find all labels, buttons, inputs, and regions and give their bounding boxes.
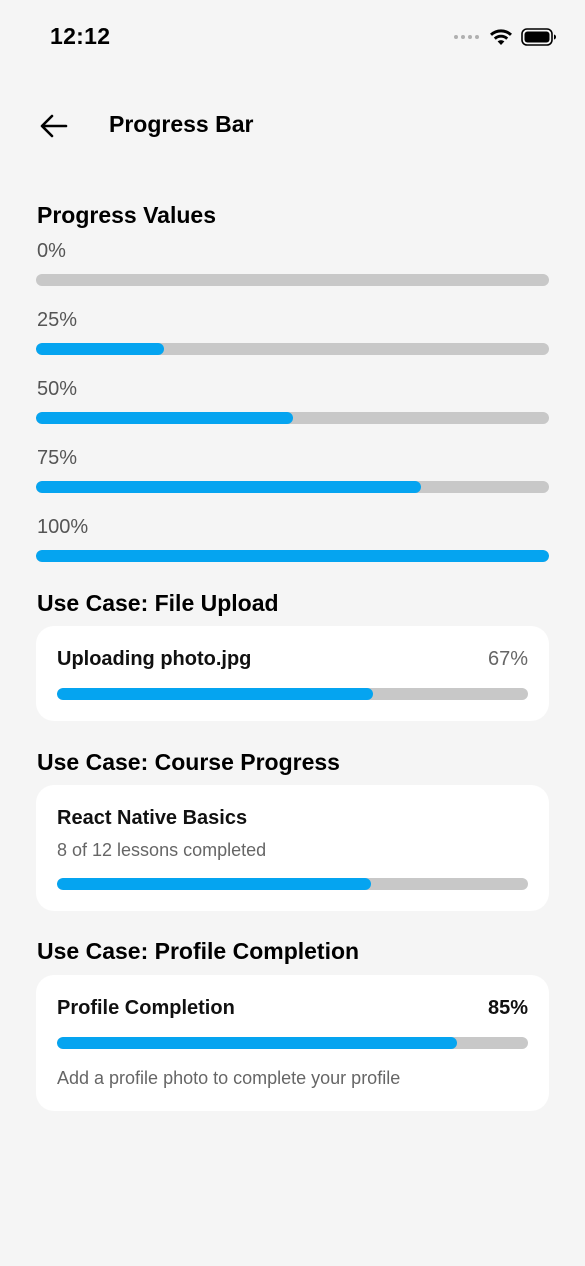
file-upload-percent: 67% bbox=[487, 648, 528, 670]
header: Progress Bar bbox=[0, 100, 585, 152]
status-icons bbox=[454, 26, 557, 48]
progress-bar-50 bbox=[36, 412, 549, 424]
progress-fill bbox=[36, 412, 293, 424]
lessons-completed-text: 8 of 12 lessons completed bbox=[57, 840, 267, 860]
profile-completion-progress-bar bbox=[57, 1037, 528, 1049]
profile-completion-hint: Add a profile photo to complete your pro… bbox=[57, 1068, 401, 1088]
course-name: React Native Basics bbox=[57, 807, 248, 829]
progress-fill bbox=[57, 878, 372, 890]
progress-values-title: Progress Values bbox=[37, 202, 216, 228]
progress-bar-25 bbox=[36, 343, 549, 355]
progress-bar-100 bbox=[36, 550, 549, 562]
progress-fill bbox=[36, 481, 421, 493]
wifi-icon bbox=[490, 29, 512, 45]
progress-fill bbox=[36, 550, 549, 562]
course-header: React Native Basics bbox=[57, 807, 528, 830]
file-upload-progress-bar bbox=[57, 688, 528, 700]
progress-label-75: 75% bbox=[37, 447, 78, 469]
course-progress-bar bbox=[57, 878, 528, 890]
arrow-left-icon bbox=[40, 114, 68, 138]
profile-completion-card: Profile Completion 85% Add a profile pho… bbox=[36, 975, 549, 1111]
signal-dots-icon bbox=[454, 35, 479, 39]
battery-icon bbox=[521, 28, 556, 46]
progress-bar-75 bbox=[36, 481, 549, 493]
page-title: Progress Bar bbox=[109, 111, 254, 137]
back-button[interactable] bbox=[32, 104, 76, 148]
status-bar: 12:12 bbox=[0, 0, 585, 76]
file-upload-header: Uploading photo.jpg 67% bbox=[57, 648, 528, 671]
file-upload-card: Uploading photo.jpg 67% bbox=[36, 626, 549, 721]
progress-fill bbox=[57, 1037, 458, 1049]
progress-bar-0 bbox=[36, 274, 549, 286]
progress-label-0: 0% bbox=[37, 240, 66, 262]
profile-completion-label: Profile Completion bbox=[57, 997, 235, 1019]
course-progress-card: React Native Basics 8 of 12 lessons comp… bbox=[36, 785, 549, 911]
course-progress-section-title: Use Case: Course Progress bbox=[37, 749, 340, 775]
progress-fill bbox=[57, 688, 373, 700]
progress-fill bbox=[36, 343, 165, 355]
progress-label-50: 50% bbox=[37, 378, 78, 400]
profile-completion-section-title: Use Case: Profile Completion bbox=[37, 938, 360, 964]
progress-label-100: 100% bbox=[37, 516, 89, 538]
file-upload-label: Uploading photo.jpg bbox=[57, 648, 252, 670]
profile-completion-percent: 85% bbox=[487, 997, 528, 1019]
profile-completion-header: Profile Completion 85% bbox=[57, 997, 528, 1020]
file-upload-section-title: Use Case: File Upload bbox=[37, 590, 279, 616]
status-time: 12:12 bbox=[50, 23, 111, 49]
progress-label-25: 25% bbox=[37, 309, 78, 331]
